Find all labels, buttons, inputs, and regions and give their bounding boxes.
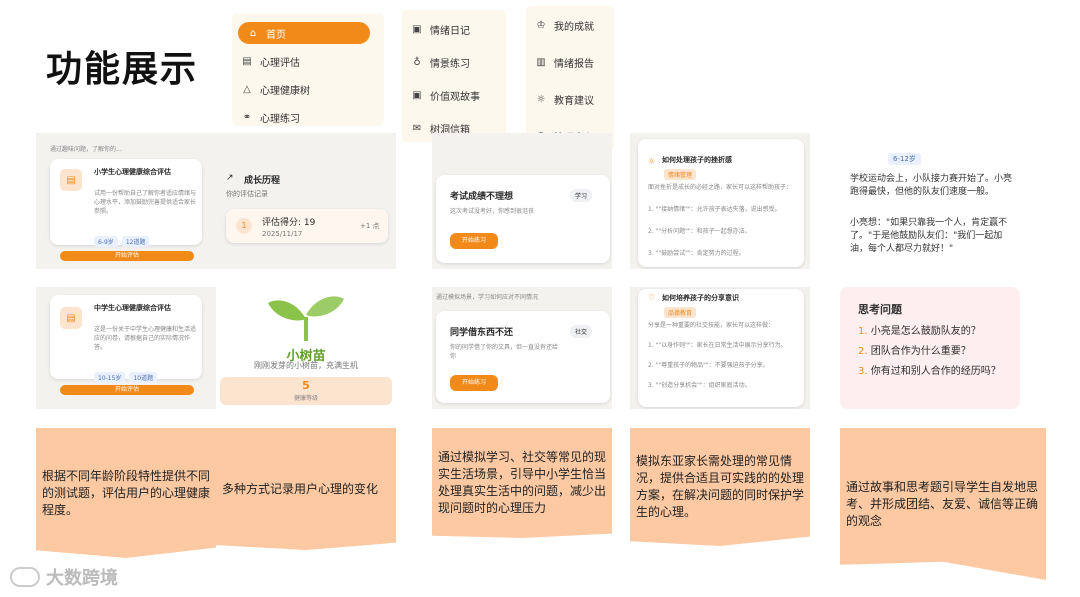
feature-description: 通过故事和思考题引导学生自发地思考、并形成团结、友爱、诚信等正确的观念 <box>840 428 1046 580</box>
assessment-card: ▤ 小学生心理健康综合评估 试用一份帮助自己了解你者适应情绪与心理水平，添加鼓励… <box>50 159 202 247</box>
advice-tag: 情绪管理 <box>664 169 697 180</box>
age-chip: 6-12岁 <box>888 153 921 165</box>
feature-description: 多种方式记录用户心理的变化 <box>216 428 396 550</box>
advice-line: 2. ""分析问题""：和孩子一起想办法。 <box>648 228 751 235</box>
advice-line: 3. ""鼓励尝试""：肯定努力的过程。 <box>648 250 745 257</box>
heart-icon: ♡ <box>648 293 656 302</box>
mail-icon: ✉ <box>412 122 422 134</box>
nav-menu-main: ⌂ 首页 ▤ 心理评估 △ 心理健康树 ⚭ 心理练习 <box>232 14 384 126</box>
question-item: 3. 你有过和别人合作的经历吗？ <box>858 366 1001 377</box>
start-practice-button[interactable]: 开始练习 <box>450 233 498 249</box>
menu-item-home[interactable]: ⌂ 首页 <box>238 22 370 44</box>
question-item: 1. 小亮是怎么鼓励队友的？ <box>858 326 981 337</box>
start-practice-button[interactable]: 开始练习 <box>450 375 498 391</box>
nav-menu-feelings: ▣ 情绪日记 ♁ 情景练习 ▣ 价值观故事 ✉ 树洞信箱 <box>402 10 506 142</box>
bar-chart-icon: ▥ <box>536 56 546 68</box>
record-row[interactable]: 1 评估得分: 19 2025/11/17 +1 点 <box>226 209 388 243</box>
screenshot-primary-assessment: 通过趣味问题，了解你的... ▤ 小学生心理健康综合评估 试用一份帮助自己了解你… <box>36 133 216 269</box>
watermark-logo-icon <box>10 567 40 587</box>
tree-icon: △ <box>243 83 251 95</box>
trend-icon: ↗ <box>226 173 234 183</box>
screenshot-values-story: 6-12岁 学校运动会上，小队接力赛开始了。小亮跑得最快，但他的队友们速度一般。… <box>840 133 1020 269</box>
screenshot-advice-sharing: ♡ 如何培养孩子的分享意识 品德教育 分享是一种重要的社交技能，家长可以这样做：… <box>630 287 810 409</box>
story-paragraph: 小亮想："如果只靠我一个人，肯定赢不了。"于是他鼓励队友们："我们一起加油，每个… <box>850 218 1008 254</box>
book-icon: ▣ <box>412 89 422 101</box>
health-level-box: 5 健康等级 <box>220 377 392 405</box>
advice-line: 1. ""以身作则""：家长在日常生活中展示分享行为。 <box>648 342 787 349</box>
screenshot-scenario-borrow: 通过模拟场景，学习如何应对不同情况 同学借东西不还 社交 你的同学借了你的文具，… <box>432 287 612 409</box>
feature-description: 模拟东亚家长需处理的常见情况，提供合适且可实践的的处理方案，在解决问题的同时保护… <box>630 428 810 546</box>
advice-card: ♡ 如何培养孩子的分享意识 品德教育 分享是一种重要的社交技能，家长可以这样做：… <box>638 289 804 407</box>
nav-menu-reports: ♔我的成就 ▥情绪报告 ☼教育建议 ⚙管理中心 <box>526 6 614 150</box>
sprout-icon <box>268 296 344 341</box>
category-tag: 学习 <box>570 189 593 202</box>
clipboard-icon: ▤ <box>60 307 82 329</box>
menu-item-scenario-practice[interactable]: ♁ 情景练习 <box>410 51 470 73</box>
screenshot-scenario-exam: 考试成绩不理想 学习 这次考试没考好，你感到很沮丧 开始练习 <box>432 133 612 269</box>
bulb-icon: ♁ <box>413 56 421 68</box>
start-assessment-button[interactable]: 开始评估 <box>60 251 194 261</box>
trophy-icon: ♔ <box>536 19 546 31</box>
count-chip: 12道题 <box>121 236 150 247</box>
screenshot-health-tree: 小树苗 刚刚发芽的小树苗，充满生机 5 健康等级 <box>216 287 396 409</box>
watermark: 大数跨境 <box>10 564 118 590</box>
advice-line: 3. ""创造分享机会""：组织家庭活动。 <box>648 382 751 389</box>
advice-tag: 品德教育 <box>664 307 697 318</box>
scenario-card[interactable]: 考试成绩不理想 学习 这次考试没考好，你感到很沮丧 开始练习 <box>436 175 610 263</box>
age-chip: 6-9岁 <box>94 236 118 247</box>
count-chip: 10道题 <box>129 372 158 383</box>
menu-item-emotion-report[interactable]: ▥ 情绪报告 <box>534 51 594 73</box>
screenshot-growth-history: ↗ 成长历程 你的评估记录 1 评估得分: 19 2025/11/17 +1 点 <box>216 133 396 269</box>
home-icon: ⌂ <box>249 27 257 39</box>
advice-card: ☼ 如何处理孩子的挫折感 情绪管理 面对挫折是成长的必经之路，家长可以这样帮助孩… <box>638 139 804 267</box>
menu-item-values-story[interactable]: ▣ 价值观故事 <box>410 84 480 106</box>
question-item: 2. 团队合作为什么重要？ <box>858 346 971 357</box>
menu-item-health-tree[interactable]: △ 心理健康树 <box>240 78 310 100</box>
advice-line: 2. ""尊重孩子的物品""：不要强迫孩子分享。 <box>648 362 769 369</box>
screenshot-advice-frustration: ☼ 如何处理孩子的挫折感 情绪管理 面对挫折是成长的必经之路，家长可以这样帮助孩… <box>630 133 810 269</box>
menu-item-assessment[interactable]: ▤ 心理评估 <box>240 50 300 72</box>
advice-line: 面对挫折是成长的必经之路，家长可以这样帮助孩子： <box>648 184 793 191</box>
clipboard-icon: ▤ <box>242 55 252 67</box>
menu-item-practice[interactable]: ⚭ 心理练习 <box>240 106 300 128</box>
page-title: 功能展示 <box>46 49 199 90</box>
menu-item-achievements[interactable]: ♔ 我的成就 <box>534 14 594 36</box>
age-chip: 10-15岁 <box>94 372 126 383</box>
diary-icon: ▣ <box>412 23 422 35</box>
scenario-card[interactable]: 同学借东西不还 社交 你的同学借了你的文具，但一直没有还给你 开始练习 <box>436 311 610 403</box>
menu-item-education-advice[interactable]: ☼ 教育建议 <box>534 88 594 110</box>
assessment-card: ▤ 中学生心理健康综合评估 这是一份关于中学生心理健康和生活适应的问卷，请根据自… <box>50 295 202 383</box>
clipboard-icon: ▤ <box>60 169 82 191</box>
link-icon: ⚭ <box>242 111 252 123</box>
lightbulb-icon: ☼ <box>648 157 656 166</box>
story-paragraph: 学校运动会上，小队接力赛开始了。小亮跑得最快，但他的队友们速度一般。 <box>850 174 1013 197</box>
screenshot-middle-assessment: ▤ 中学生心理健康综合评估 这是一份关于中学生心理健康和生活适应的问卷，请根据自… <box>36 287 216 409</box>
start-assessment-button[interactable]: 开始评估 <box>60 385 194 395</box>
advice-line: 1. ""接纳情绪""：允许孩子表达失落，说出感受。 <box>648 206 781 213</box>
feature-description: 通过模拟学习、社交等常见的现实生活场景，引导中小学生恰当处理真实生活中的问题，减… <box>432 428 612 538</box>
menu-item-emotion-diary[interactable]: ▣ 情绪日记 <box>410 18 470 40</box>
category-tag: 社交 <box>570 325 593 338</box>
screenshot-reflection-questions: 思考问题 1. 小亮是怎么鼓励队友的？ 2. 团队合作为什么重要？ 3. 你有过… <box>840 287 1020 409</box>
feature-description: 根据不同年龄阶段特性提供不同的测试题，评估用户的心理健康程度。 <box>36 428 216 558</box>
advice-line: 分享是一种重要的社交技能，家长可以这样做： <box>648 322 775 329</box>
lightbulb-icon: ☼ <box>536 93 546 105</box>
